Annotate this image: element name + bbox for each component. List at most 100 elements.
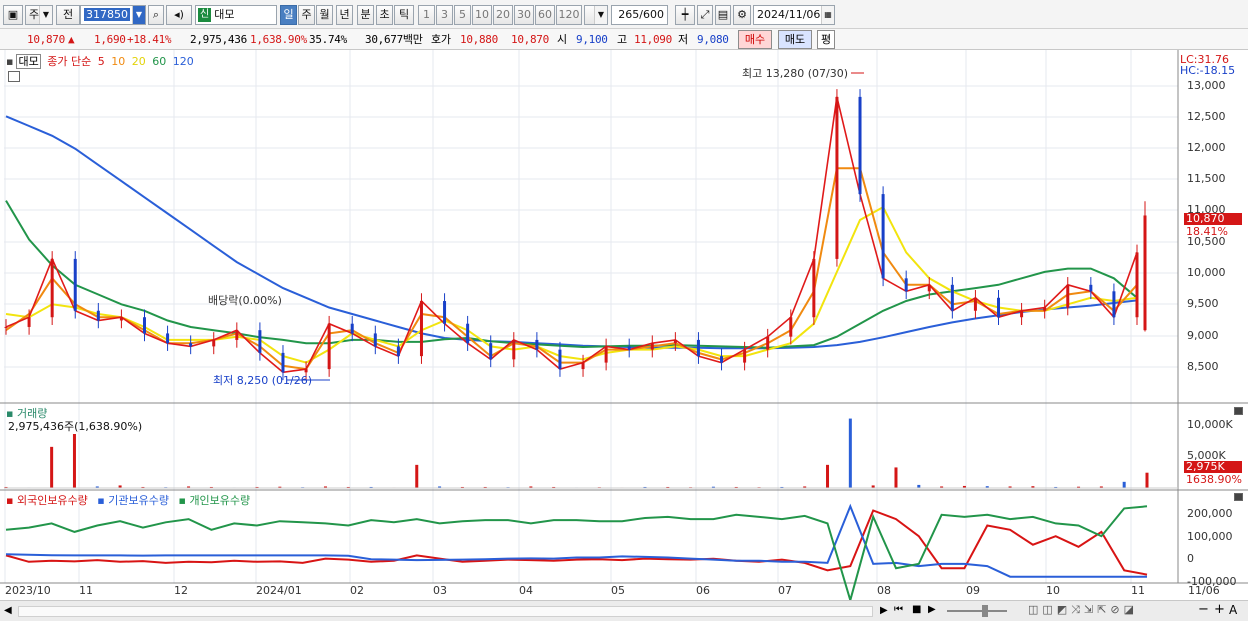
interval-1-button[interactable]: 1 [418, 5, 435, 25]
candle-body [466, 323, 470, 344]
legend-main: 종가 단순 [47, 55, 92, 68]
price-tick: 11,500 [1187, 172, 1226, 185]
candle-body [696, 339, 700, 357]
grid-icon[interactable] [8, 71, 20, 82]
legend-ma120: 120 [172, 55, 194, 68]
candle-body [535, 339, 539, 350]
holding-tick: 100,000 [1187, 530, 1233, 543]
candle-body [419, 301, 423, 357]
speaker-icon[interactable]: ◂) [166, 5, 192, 25]
sell-button[interactable]: 매도 [778, 30, 812, 49]
zoom-in-icon[interactable]: + [1214, 602, 1225, 617]
legend-institution-label: 기관보유수량 [108, 494, 169, 507]
period-second-button[interactable]: 초 [376, 5, 393, 25]
search-icon[interactable]: ⌕ [148, 5, 164, 25]
new-listing-badge: 신 [198, 8, 212, 22]
period-select[interactable]: 주 ▼ [25, 5, 53, 25]
candle-body [1135, 252, 1139, 318]
interval-20-button[interactable]: 20 [493, 5, 513, 25]
rewind-icon[interactable]: ⏮ [894, 604, 903, 615]
interval-120-button[interactable]: 120 [556, 5, 582, 25]
candle-body [881, 194, 885, 279]
scroll-right-icon[interactable]: ▶ [880, 605, 888, 616]
x-label: 10 [1046, 584, 1060, 597]
volume-bar [50, 446, 54, 488]
close-panel-icon[interactable] [1234, 493, 1243, 501]
candle-type-icon[interactable]: ┿ [675, 5, 695, 25]
horizontal-scrollbar[interactable] [18, 606, 873, 617]
zoom-slider-handle[interactable] [982, 605, 988, 617]
data-count-field[interactable]: 265/600 [611, 5, 668, 25]
holdings-legend: ▪ 외국인보유수량 ▪ 기관보유수량 ▪ 개인보유수량 [6, 492, 256, 508]
ma60-line [5, 200, 1138, 349]
stock-chart-window: ▣ 주 ▼ 전 317850 ▼ ⌕ ◂) 신 대모 일 주 월 년 분 초 틱 1 … [0, 0, 1248, 621]
interval-30-button[interactable]: 30 [514, 5, 534, 25]
period-day-button[interactable]: 일 [280, 5, 297, 25]
eval-button[interactable]: 평 [817, 30, 835, 49]
play-icon[interactable]: ▶ [928, 604, 936, 615]
open-price: 9,100 [576, 33, 608, 46]
save-icon[interactable]: ▤ [715, 5, 731, 25]
market-select[interactable]: 전 [56, 5, 80, 25]
period-year-button[interactable]: 년 [336, 5, 353, 25]
price-tick: 12,500 [1187, 110, 1226, 123]
toolbar: ▣ 주 ▼ 전 317850 ▼ ⌕ ◂) 신 대모 일 주 월 년 분 초 틱 1 … [0, 0, 1248, 29]
interval-5-button[interactable]: 5 [454, 5, 471, 25]
calendar-icon: ▦ [821, 6, 834, 24]
zoom-slider[interactable] [947, 610, 1007, 612]
period-select-value: 주 [29, 8, 40, 21]
view-tool-icons[interactable]: ◫◫◩⤨⇲⇱⊘◪ [1028, 603, 1138, 617]
gear-icon[interactable]: ⚙ [733, 5, 751, 25]
turnover-ratio: 35.74% [309, 33, 347, 46]
period-minute-button[interactable]: 분 [357, 5, 374, 25]
period-week-button[interactable]: 주 [298, 5, 315, 25]
stock-name-field[interactable]: 신 대모 [195, 5, 277, 25]
buy-button[interactable]: 매수 [738, 30, 772, 49]
legend-individual: ▪ 개인보유수량 [178, 494, 251, 507]
menu-dot-icon[interactable]: ▪ [6, 55, 13, 68]
candle-body [927, 284, 931, 292]
layout-icon[interactable]: ▣ [3, 5, 23, 25]
candle-body [27, 317, 31, 327]
interval-10-button[interactable]: 10 [472, 5, 492, 25]
period-tick-button[interactable]: 틱 [394, 5, 414, 25]
indicator-icon[interactable]: ⤢ [697, 5, 713, 25]
price-tick: 13,000 [1187, 79, 1226, 92]
data-count-value[interactable]: 265 [618, 8, 639, 21]
chart-area[interactable]: ▪ 대모 종가 단순 5 10 20 60 120 LC:31.76 HC:-18… [0, 50, 1248, 621]
legend-foreign: ▪ 외국인보유수량 [6, 494, 88, 507]
holding-tick: 200,000 [1187, 507, 1233, 520]
zoom-out-icon[interactable]: − [1198, 602, 1209, 617]
stop-icon[interactable]: ■ [912, 604, 921, 615]
stock-name-value: 대모 [214, 8, 235, 21]
current-price-marker: 10,870 [1184, 213, 1242, 225]
price-change-pct: +18.41% [127, 33, 172, 46]
auto-scale-icon[interactable]: A [1229, 603, 1237, 617]
period-month-button[interactable]: 월 [316, 5, 333, 25]
stock-code-input[interactable]: 317850 ▼ [80, 5, 146, 25]
candle-body [743, 349, 747, 363]
candle-body [166, 333, 170, 344]
close-panel-icon[interactable] [1234, 407, 1243, 415]
interval-60-button[interactable]: 60 [535, 5, 555, 25]
volume-value-note: 2,975,436주(1,638.90%) [8, 420, 143, 433]
high-price: 11,090 [634, 33, 672, 46]
volume-bar [848, 418, 852, 488]
volume-tick: 10,000K [1187, 418, 1233, 431]
candle-body [766, 336, 770, 350]
date-field[interactable]: 2024/11/06 ▦ [753, 5, 835, 25]
candle-body [373, 333, 377, 347]
hc-value: HC:-18.15 [1180, 64, 1236, 77]
candle-body [673, 339, 677, 344]
current-volume-marker: 2,975K [1184, 461, 1242, 473]
candle-body [235, 330, 239, 340]
scroll-left-icon[interactable]: ◀ [4, 605, 12, 616]
ma5-line [5, 96, 1138, 374]
stock-code-value: 317850 [84, 8, 130, 21]
x-label: 03 [433, 584, 447, 597]
chart-canvas[interactable] [0, 50, 1248, 621]
interval-select[interactable]: ▼ [584, 5, 608, 25]
chevron-down-icon: ▼ [132, 6, 145, 24]
interval-3-button[interactable]: 3 [436, 5, 453, 25]
ma20-line [5, 205, 1138, 364]
